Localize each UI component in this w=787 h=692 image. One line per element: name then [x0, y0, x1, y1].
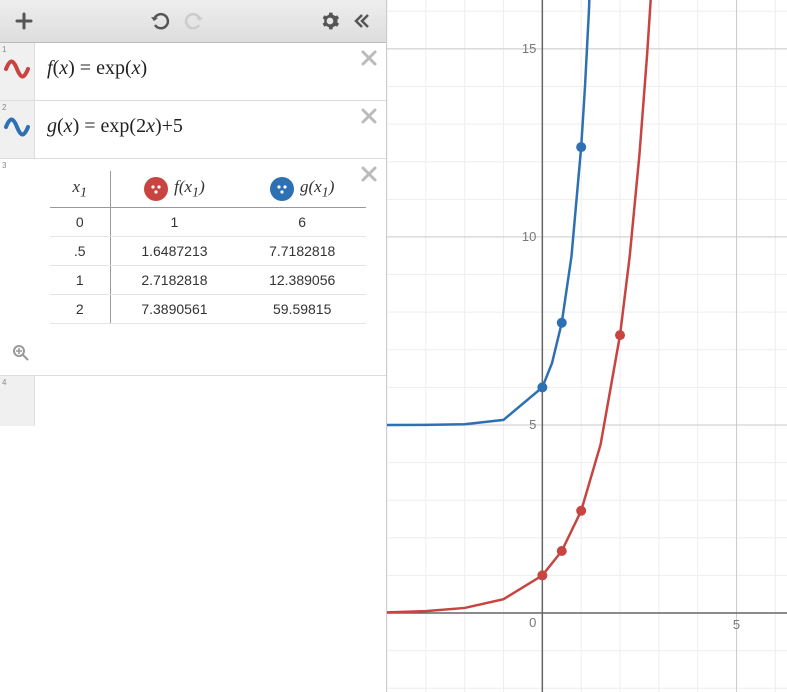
table-header-g[interactable]: g(x1)	[238, 171, 366, 208]
chevron-double-left-icon	[352, 11, 372, 31]
zoom-fit-button[interactable]	[4, 336, 386, 375]
plus-icon	[15, 12, 33, 30]
empty-expression-row[interactable]: 4	[0, 376, 386, 426]
cell-g[interactable]: 12.389056	[238, 266, 366, 295]
cell-g[interactable]: 59.59815	[238, 295, 366, 324]
axis-tick-label: 5	[529, 417, 536, 432]
expression-input[interactable]: g(x) = exp(2x)+5	[35, 101, 386, 158]
cell-f[interactable]: 7.3890561	[110, 295, 238, 324]
expression-input[interactable]: f(x) = exp(x)	[35, 43, 386, 100]
data-point[interactable]	[537, 382, 547, 392]
cell-x[interactable]: 1	[50, 266, 110, 295]
axis-tick-label: 15	[522, 41, 536, 56]
data-point[interactable]	[615, 330, 625, 340]
add-expression-button[interactable]	[8, 5, 40, 37]
close-icon	[360, 49, 378, 67]
settings-button[interactable]	[314, 5, 346, 37]
cell-g[interactable]: 6	[238, 208, 366, 237]
table-row[interactable]: 0 1 6	[50, 208, 366, 237]
cell-f[interactable]: 1	[110, 208, 238, 237]
axis-tick-label: 5	[733, 617, 740, 632]
data-point[interactable]	[576, 142, 586, 152]
data-point[interactable]	[557, 318, 567, 328]
axis-tick-label: 10	[522, 229, 536, 244]
table-body: 0 1 6.5 1.6487213 7.71828181 2.7182818 1…	[50, 208, 366, 324]
table-header-f[interactable]: f(x1)	[110, 171, 238, 208]
cell-f[interactable]: 1.6487213	[110, 237, 238, 266]
close-icon	[360, 165, 378, 183]
series-dots-icon[interactable]	[144, 177, 168, 201]
table-row[interactable]: 1 2.7182818 12.389056	[50, 266, 366, 295]
graph-canvas[interactable]: 5 10 15 0 5	[387, 0, 787, 692]
close-icon	[360, 107, 378, 125]
expression-index: 2	[2, 103, 6, 112]
expression-index: 1	[2, 45, 6, 54]
collapse-panel-button[interactable]	[346, 5, 378, 37]
undo-icon	[150, 12, 172, 30]
table-row[interactable]: 2 7.3890561 59.59815	[50, 295, 366, 324]
table-row-container[interactable]: 3 x1 f(x1)	[0, 159, 386, 376]
cell-x[interactable]: .5	[50, 237, 110, 266]
redo-button[interactable]	[177, 5, 209, 37]
data-point[interactable]	[537, 570, 547, 580]
expression-list: 1 f(x) = exp(x) 2 g(x) = exp(2x)+5	[0, 43, 386, 692]
undo-button[interactable]	[145, 5, 177, 37]
function-color-icon[interactable]	[4, 56, 30, 87]
table-header-x[interactable]: x1	[50, 171, 110, 208]
expression-icon-cell[interactable]: 2	[0, 101, 35, 158]
axis-tick-label: 0	[529, 615, 536, 630]
expression-row[interactable]: 1 f(x) = exp(x)	[0, 43, 386, 101]
expression-index: 3	[2, 161, 6, 170]
curve[interactable]	[387, 0, 589, 425]
cell-x[interactable]: 2	[50, 295, 110, 324]
cell-f[interactable]: 2.7182818	[110, 266, 238, 295]
redo-icon	[182, 12, 204, 30]
cell-x[interactable]: 0	[50, 208, 110, 237]
graph-area[interactable]: 5 10 15 0 5	[387, 0, 787, 692]
zoom-fit-icon	[12, 344, 30, 362]
cell-g[interactable]: 7.7182818	[238, 237, 366, 266]
expression-row[interactable]: 2 g(x) = exp(2x)+5	[0, 101, 386, 159]
series-dots-icon[interactable]	[270, 177, 294, 201]
table-row[interactable]: .5 1.6487213 7.7182818	[50, 237, 366, 266]
gear-icon	[320, 11, 340, 31]
function-color-icon[interactable]	[4, 114, 30, 145]
delete-expression-button[interactable]	[360, 49, 378, 72]
data-point[interactable]	[557, 546, 567, 556]
delete-table-button[interactable]	[360, 165, 378, 188]
data-table[interactable]: x1 f(x1) g(x1)	[50, 171, 366, 324]
expression-index: 4	[2, 378, 6, 387]
toolbar	[0, 0, 386, 43]
curve[interactable]	[387, 0, 651, 612]
delete-expression-button[interactable]	[360, 107, 378, 130]
expression-icon-cell[interactable]: 1	[0, 43, 35, 100]
data-point[interactable]	[576, 506, 586, 516]
expression-panel: 1 f(x) = exp(x) 2 g(x) = exp(2x)+5	[0, 0, 387, 692]
